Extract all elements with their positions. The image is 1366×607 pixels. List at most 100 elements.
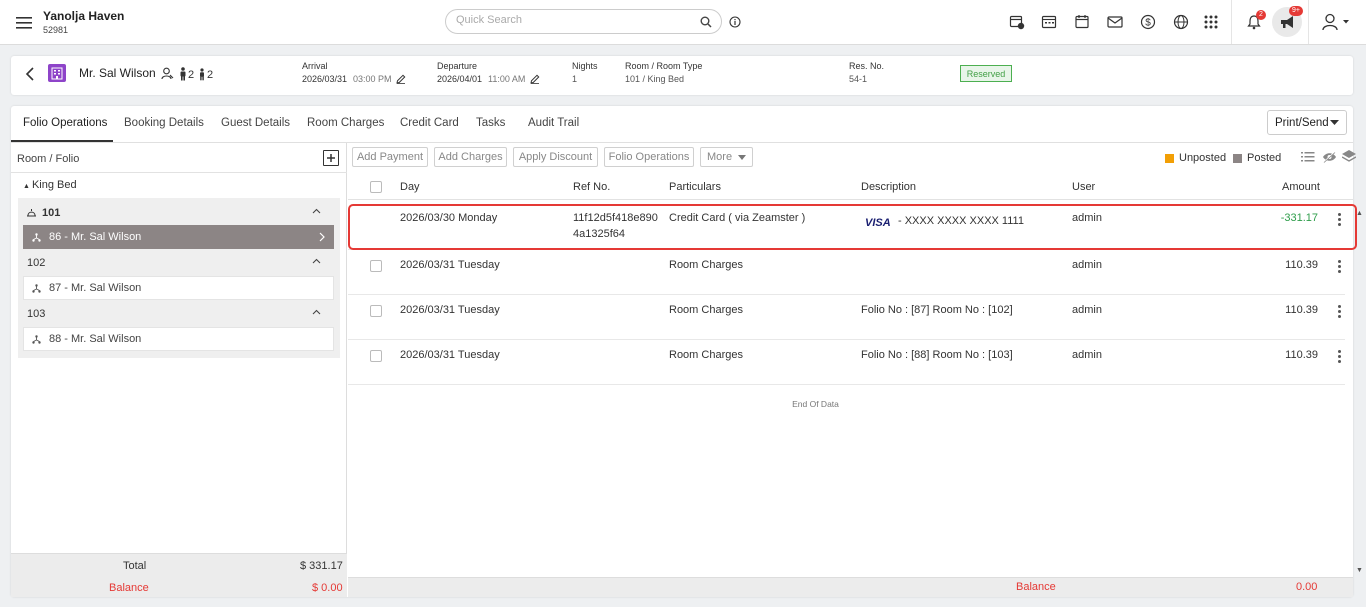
col-day[interactable]: Day (400, 181, 420, 193)
folio-item-88[interactable]: 88 - Mr. Sal Wilson (23, 327, 334, 351)
edit-departure-icon[interactable] (530, 74, 540, 84)
add-folio-icon[interactable] (323, 150, 339, 166)
row-more-icon[interactable] (1338, 260, 1342, 274)
apps-grid-icon[interactable] (1201, 12, 1221, 32)
info-icon[interactable] (728, 15, 741, 28)
adult-count: 2 (188, 69, 195, 81)
room-header-103[interactable]: 103 (18, 303, 340, 327)
tab-audit-trail[interactable]: Audit Trail (528, 117, 579, 129)
announcement-badge: 9+ (1289, 6, 1303, 16)
tab-guest-details[interactable]: Guest Details (221, 117, 290, 129)
divider (1308, 0, 1309, 44)
tab-tasks[interactable]: Tasks (476, 117, 505, 129)
select-all-checkbox[interactable] (370, 181, 382, 193)
row-description: Folio No : [87] Room No : [102] (861, 304, 1013, 316)
row-user: admin (1072, 212, 1102, 224)
chevron-up-icon[interactable] (312, 208, 321, 214)
row-more-icon[interactable] (1338, 305, 1342, 319)
posted-swatch (1233, 154, 1242, 163)
folio-item-87[interactable]: 87 - Mr. Sal Wilson (23, 276, 334, 300)
folio-operations-button[interactable]: Folio Operations (604, 147, 694, 167)
folio-item-86[interactable]: 86 - Mr. Sal Wilson (23, 225, 334, 249)
row-more-icon[interactable] (1338, 213, 1342, 227)
top-bar: Yanolja Haven 52981 $ 2 9+ (0, 0, 1366, 45)
reservation-header: Mr. Sal Wilson 2 2 Arrival 2026/03/31 03… (11, 56, 1353, 95)
tab-folio-operations[interactable]: Folio Operations (23, 117, 107, 129)
col-user[interactable]: User (1072, 181, 1095, 193)
transactions-panel: Add Payment Add Charges Apply Discount F… (348, 143, 1363, 597)
scroll-up-arrow-icon[interactable]: ▲ (1356, 210, 1363, 217)
hide-eye-icon[interactable] (1322, 151, 1337, 163)
list-view-icon[interactable] (1301, 151, 1315, 163)
room-bell-icon (26, 207, 37, 218)
scroll-down-arrow-icon[interactable]: ▼ (1356, 567, 1363, 574)
row-user: admin (1072, 349, 1102, 361)
edit-arrival-icon[interactable] (396, 74, 406, 84)
total-value: $ 331.17 (300, 560, 343, 572)
balance-label: Balance (109, 582, 149, 594)
room-header-102[interactable]: 102 (18, 252, 340, 276)
tab-room-charges[interactable]: Room Charges (307, 117, 384, 129)
row-checkbox[interactable] (370, 350, 382, 362)
row-amount: -331.17 (1280, 212, 1318, 224)
calendar-icon[interactable] (1072, 12, 1092, 32)
col-ref-no[interactable]: Ref No. (573, 181, 610, 193)
table-row[interactable]: 2026/03/31 Tuesday Room Charges Folio No… (348, 340, 1345, 385)
globe-icon[interactable] (1171, 12, 1191, 32)
menu-icon[interactable] (14, 14, 34, 32)
chevron-up-icon[interactable] (312, 258, 321, 264)
more-dropdown[interactable]: More (700, 147, 753, 167)
tab-credit-card[interactable]: Credit Card (400, 117, 459, 129)
calendar-grid-icon[interactable] (1039, 12, 1059, 32)
child-icon (198, 68, 206, 81)
room-type-group[interactable]: ▲ King Bed (23, 179, 77, 191)
col-description[interactable]: Description (861, 181, 916, 193)
nights-label: Nights (572, 61, 598, 71)
row-checkbox[interactable] (370, 305, 382, 317)
layers-icon[interactable] (1342, 150, 1356, 163)
res-no-value: 54-1 (849, 74, 868, 84)
col-particulars[interactable]: Particulars (669, 181, 721, 193)
chevron-up-icon[interactable] (312, 309, 321, 315)
row-ref-line2: 4a1325f64 (573, 228, 625, 240)
row-checkbox[interactable] (370, 260, 382, 272)
col-amount[interactable]: Amount (1282, 181, 1320, 193)
tab-booking-details[interactable]: Booking Details (124, 117, 204, 129)
row-more-icon[interactable] (1338, 350, 1342, 364)
hotel-code: 52981 (43, 25, 69, 35)
print-send-dropdown[interactable]: Print/Send (1267, 110, 1347, 135)
notification-badge: 2 (1256, 10, 1266, 20)
arrival-label: Arrival (302, 61, 328, 71)
departure-time: 11:00 AM (488, 74, 526, 84)
search-input[interactable] (456, 14, 686, 26)
calendar-clock-icon[interactable] (1007, 12, 1027, 32)
building-icon (48, 64, 66, 82)
bell-icon[interactable]: 2 (1244, 10, 1266, 32)
add-payment-button[interactable]: Add Payment (352, 147, 428, 167)
mail-icon[interactable] (1105, 12, 1125, 32)
folio-branch-icon (32, 334, 41, 344)
back-arrow-icon[interactable] (24, 67, 36, 81)
add-charges-button[interactable]: Add Charges (434, 147, 507, 167)
dollar-icon[interactable]: $ (1138, 12, 1158, 32)
user-menu[interactable] (1319, 12, 1353, 32)
caret-down-icon (738, 155, 746, 160)
room-type-value: 101 / King Bed (625, 74, 685, 84)
apply-discount-button[interactable]: Apply Discount (513, 147, 598, 167)
room-number: 102 (27, 257, 46, 269)
guest-name[interactable]: Mr. Sal Wilson (79, 66, 156, 80)
row-description: - XXXX XXXX XXXX 1111 (898, 215, 1024, 227)
svg-text:$: $ (1145, 18, 1151, 29)
posted-legend: Posted (1247, 152, 1282, 164)
table-row[interactable]: 2026/03/31 Tuesday Room Charges admin 11… (348, 250, 1345, 295)
guest-profile-icon[interactable] (161, 67, 174, 80)
room-header-101[interactable]: 101 (18, 201, 340, 225)
row-description: Folio No : [88] Room No : [103] (861, 349, 1013, 361)
announcements-button[interactable]: 9+ (1272, 6, 1303, 37)
unposted-swatch (1165, 154, 1174, 163)
table-header: Day Ref No. Particulars Description User… (348, 174, 1353, 200)
hotel-name: Yanolja Haven (43, 9, 125, 23)
table-row[interactable]: 2026/03/31 Tuesday Room Charges Folio No… (348, 295, 1345, 340)
search-icon[interactable] (699, 15, 713, 29)
table-row[interactable]: 2026/03/30 Monday 11f12d5f418e890 4a1325… (348, 201, 1345, 250)
